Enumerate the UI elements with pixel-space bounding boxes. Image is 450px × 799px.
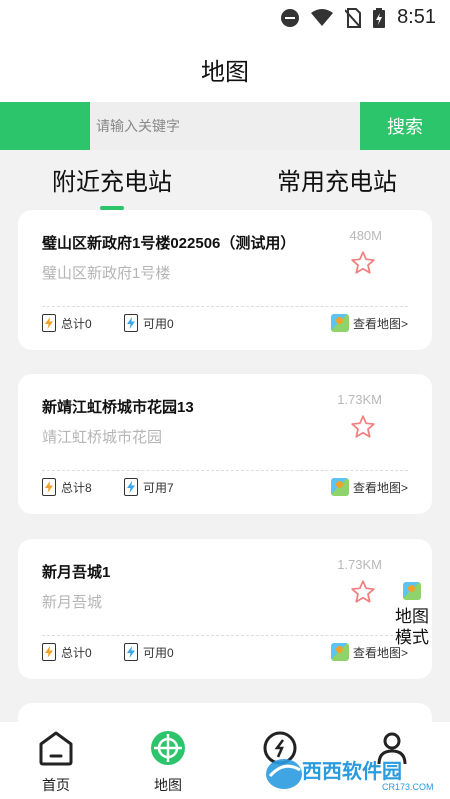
view-map-label: 查看地图> bbox=[352, 316, 408, 331]
station-address: 新月吾城 bbox=[42, 594, 103, 611]
station-card[interactable]: 新靖江虹桥城市花园13 靖江虹桥城市花园 1.73KM 总计8 可用7 查看地图… bbox=[18, 374, 432, 514]
status-bar: 8:51 bbox=[0, 0, 450, 36]
do-not-disturb-icon bbox=[281, 8, 300, 27]
nav-home-label: 首页 bbox=[42, 777, 70, 793]
wifi-icon bbox=[311, 8, 334, 26]
total-count: 总计0 bbox=[61, 645, 92, 660]
card-divider bbox=[42, 306, 408, 307]
station-name: 新月吾城1 bbox=[42, 564, 111, 581]
battery-charging-icon bbox=[373, 7, 386, 28]
available-chargers: 可用0 bbox=[124, 643, 174, 661]
available-chargers: 可用7 bbox=[124, 478, 174, 496]
station-distance: 1.73KM bbox=[337, 557, 382, 572]
view-map-link[interactable]: 查看地图> bbox=[330, 314, 408, 332]
view-map-label: 查看地图> bbox=[352, 480, 408, 495]
no-sim-icon bbox=[345, 7, 362, 28]
map-mode-label-1: 地图 bbox=[395, 607, 429, 626]
search-input[interactable] bbox=[90, 102, 360, 150]
station-address: 靖江虹桥城市花园 bbox=[42, 429, 163, 446]
card-divider bbox=[42, 635, 408, 636]
map-mode-button[interactable]: 地图 模式 bbox=[390, 582, 434, 648]
search-bar: 搜索 bbox=[0, 102, 450, 150]
map-target-icon bbox=[151, 731, 185, 765]
map-mode-icon bbox=[403, 582, 421, 600]
title-bar: 地图 bbox=[0, 36, 450, 102]
station-address: 璧山区新政府1号楼 bbox=[42, 265, 171, 282]
tab-nearby-stations[interactable]: 附近充电站 bbox=[12, 162, 212, 197]
favorite-star-icon[interactable] bbox=[350, 579, 376, 605]
station-distance: 1.73KM bbox=[337, 392, 382, 407]
watermark-text: 西西软件园 bbox=[302, 759, 402, 783]
charger-bolt-icon bbox=[124, 314, 138, 332]
favorite-star-icon[interactable] bbox=[350, 250, 376, 276]
station-name: 新靖江虹桥城市花园13 bbox=[42, 399, 194, 416]
search-left-accent bbox=[0, 102, 90, 150]
map-icon bbox=[330, 643, 349, 661]
search-button[interactable]: 搜索 bbox=[360, 102, 450, 150]
tab-favorite-stations[interactable]: 常用充电站 bbox=[237, 162, 437, 197]
available-chargers: 可用0 bbox=[124, 314, 174, 332]
charger-bolt-icon bbox=[124, 478, 138, 496]
station-name: 璧山区新政府1号楼022506（测试用） bbox=[42, 235, 296, 252]
total-count: 总计8 bbox=[61, 480, 92, 495]
station-tabs: 附近充电站 常用充电站 bbox=[0, 150, 450, 210]
favorite-star-icon[interactable] bbox=[350, 414, 376, 440]
view-map-link[interactable]: 查看地图> bbox=[330, 478, 408, 496]
available-count: 可用7 bbox=[143, 480, 174, 495]
map-mode-label-2: 模式 bbox=[395, 628, 429, 647]
card-divider bbox=[42, 470, 408, 471]
station-card[interactable]: 璧山区新政府1号楼022506（测试用） 璧山区新政府1号楼 480M 总计0 … bbox=[18, 210, 432, 350]
home-icon bbox=[39, 731, 73, 766]
nav-map-label: 地图 bbox=[154, 777, 182, 793]
status-time: 8:51 bbox=[397, 6, 436, 28]
charger-bolt-icon bbox=[124, 643, 138, 661]
map-icon bbox=[330, 478, 349, 496]
page-title: 地图 bbox=[201, 58, 249, 86]
watermark-logo: 西西软件园 CR173.COM bbox=[266, 759, 434, 792]
total-count: 总计0 bbox=[61, 316, 92, 331]
charger-bolt-icon bbox=[42, 643, 56, 661]
station-distance: 480M bbox=[349, 228, 382, 243]
total-chargers: 总计0 bbox=[42, 643, 92, 661]
available-count: 可用0 bbox=[143, 316, 174, 331]
total-chargers: 总计0 bbox=[42, 314, 92, 332]
charger-bolt-icon bbox=[42, 314, 56, 332]
nav-home[interactable]: 首页 bbox=[16, 730, 96, 795]
station-card[interactable]: 新月吾城1 新月吾城 1.73KM 总计0 可用0 查看地图> bbox=[18, 539, 432, 679]
total-chargers: 总计8 bbox=[42, 478, 92, 496]
status-icons: 8:51 bbox=[281, 6, 436, 29]
charger-bolt-icon bbox=[42, 478, 56, 496]
watermark-subtext: CR173.COM bbox=[382, 782, 434, 792]
nav-map[interactable]: 地图 bbox=[128, 730, 208, 795]
map-icon bbox=[330, 314, 349, 332]
available-count: 可用0 bbox=[143, 645, 174, 660]
